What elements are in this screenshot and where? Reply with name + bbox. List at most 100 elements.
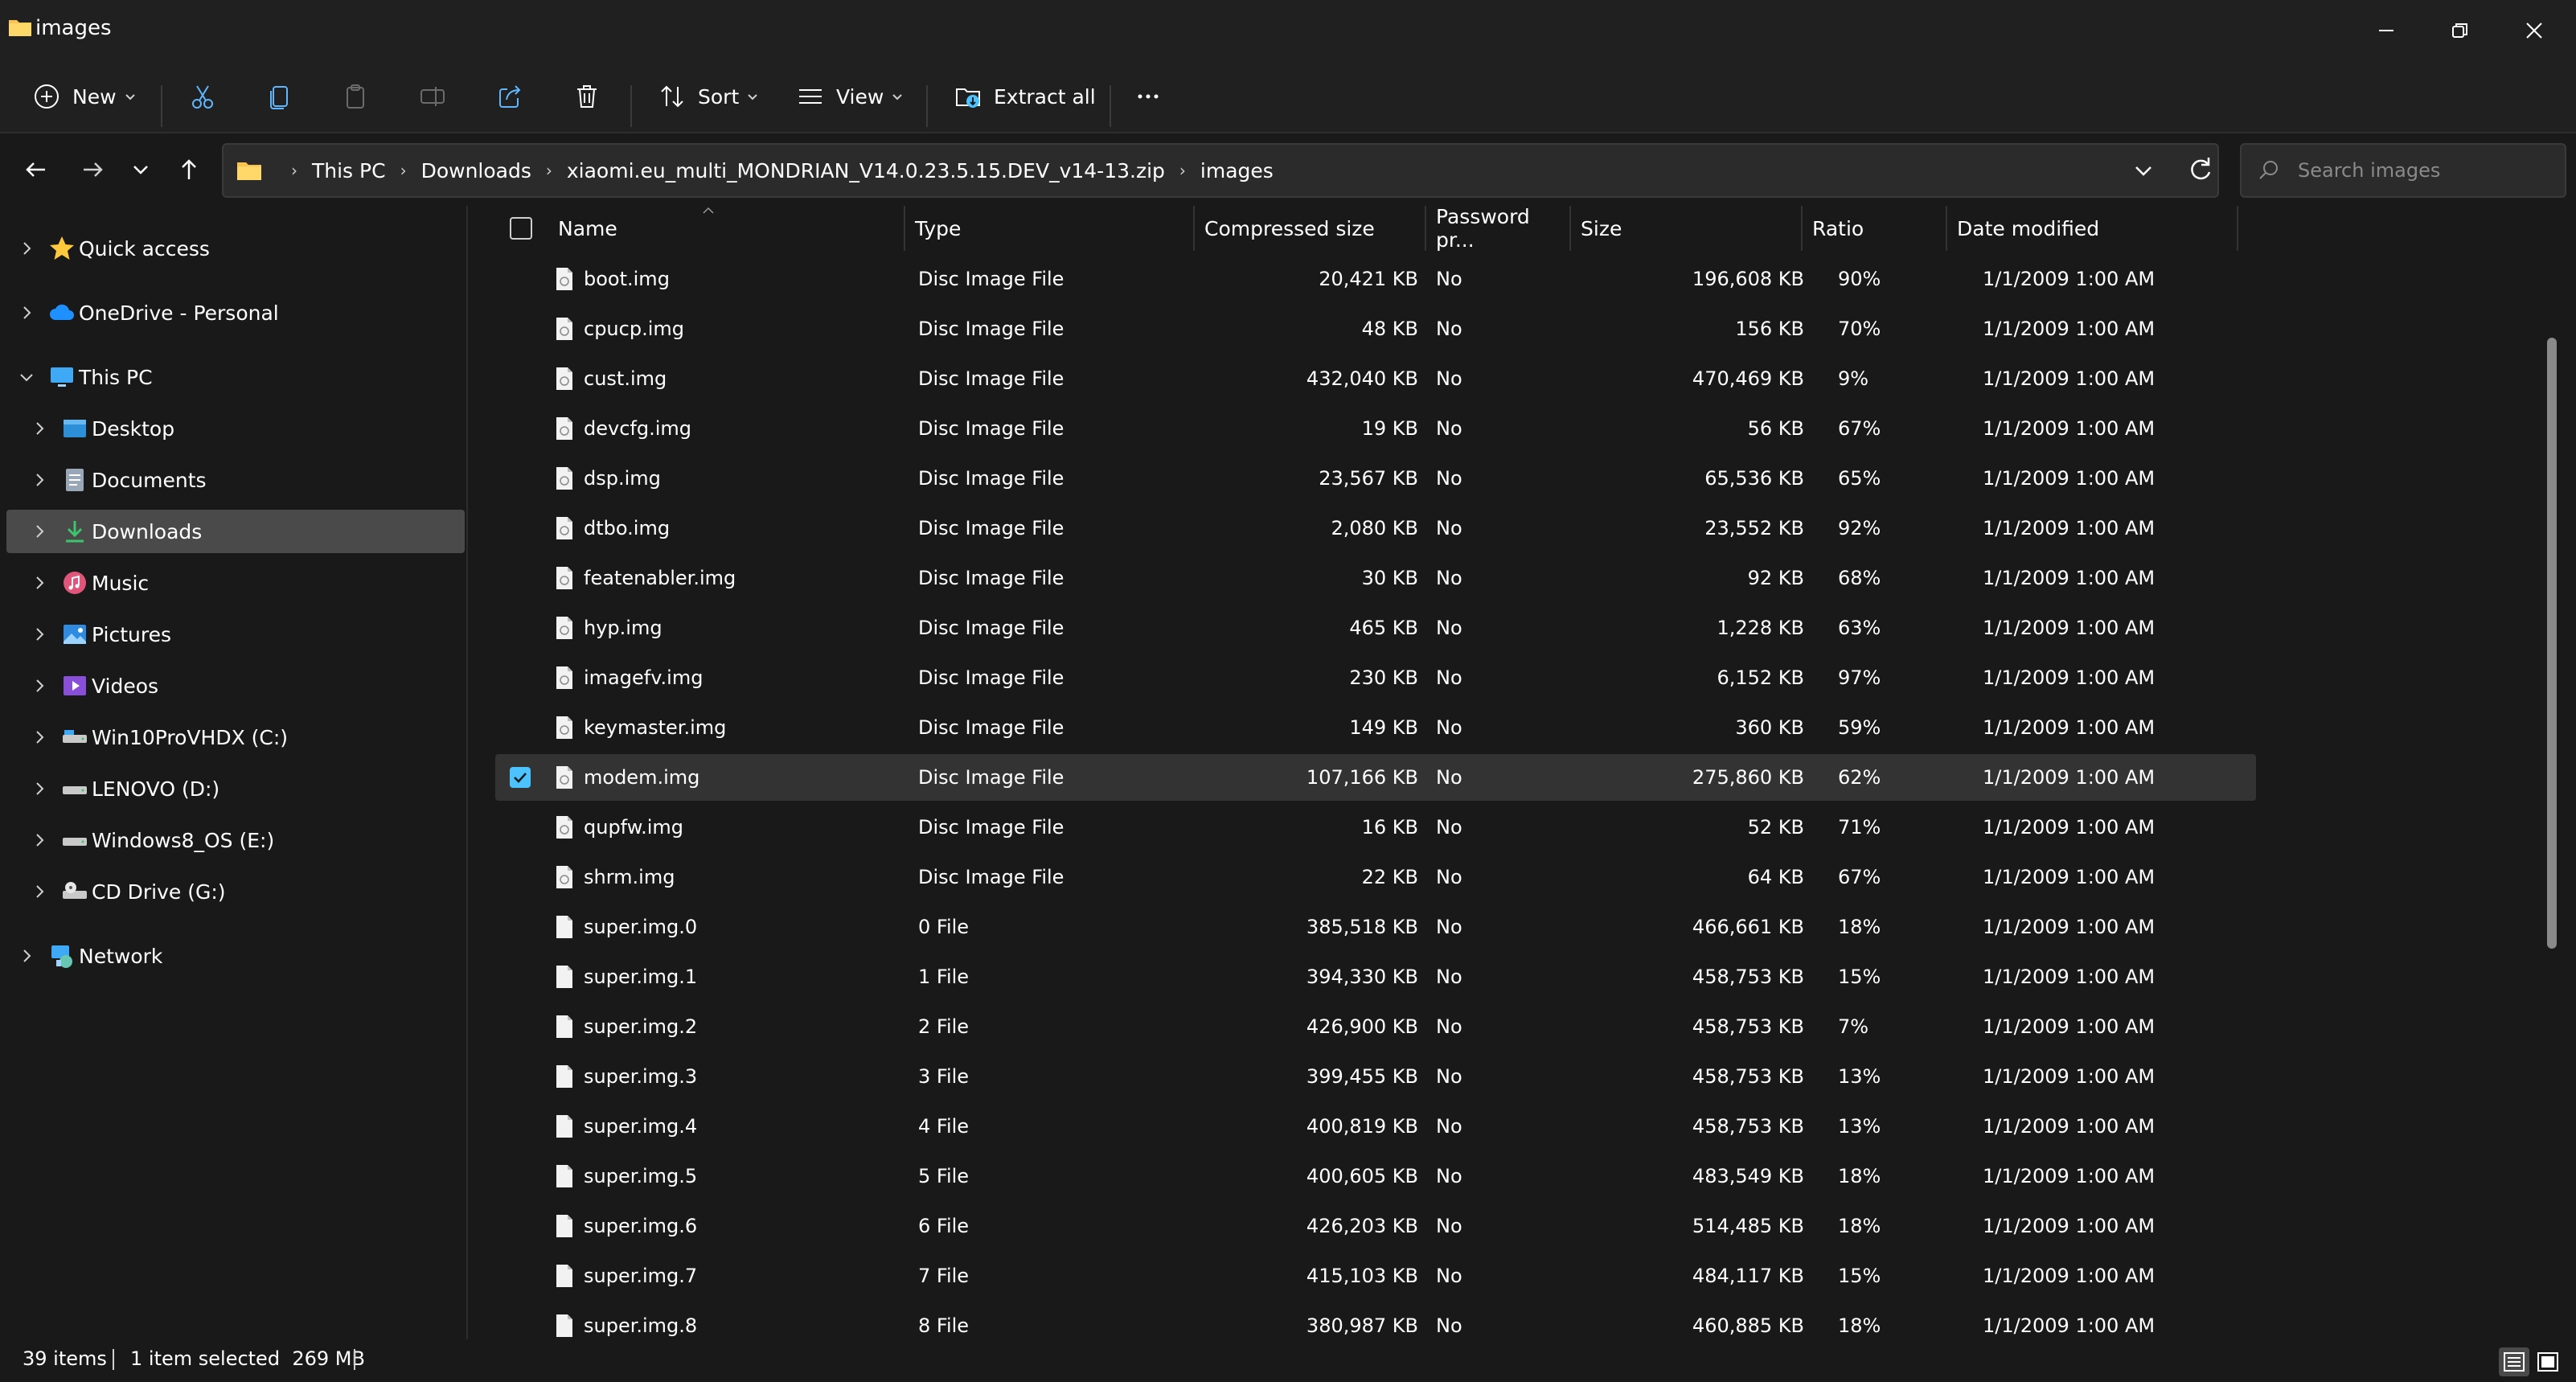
table-row[interactable]: super.img.2 2 File 426,900 KB No 458,753 KB 7… xyxy=(495,1003,2256,1050)
back-button[interactable] xyxy=(18,151,55,188)
nav-item-quick-access[interactable]: Quick access xyxy=(6,227,465,270)
nav-item-drive-d[interactable]: LENOVO (D:) xyxy=(6,767,465,810)
table-row[interactable]: imagefv.img Disc Image File 230 KB No 6,152 … xyxy=(495,654,2256,701)
nav-item-videos[interactable]: Videos xyxy=(6,664,465,707)
vertical-scrollbar[interactable] xyxy=(2547,338,2557,949)
search-box[interactable] xyxy=(2240,143,2566,198)
tiles-view-button[interactable] xyxy=(2533,1347,2563,1376)
share-button[interactable] xyxy=(495,72,524,121)
file-date-modified: 1/1/2009 1:00 AM xyxy=(1983,517,2156,539)
chevron-right-icon[interactable] xyxy=(18,947,35,965)
address-dropdown-icon[interactable] xyxy=(2131,158,2156,183)
table-row[interactable]: super.img.4 4 File 400,819 KB No 458,753 KB 1… xyxy=(495,1103,2256,1150)
forward-button[interactable] xyxy=(74,151,111,188)
column-header-date-modified[interactable]: Date modified xyxy=(1947,206,2238,251)
address-bar[interactable]: › This PC › Downloads › xiaomi.eu_multi_… xyxy=(222,143,2219,198)
chevron-right-icon[interactable] xyxy=(31,574,48,592)
nav-item-drive-c[interactable]: Win10ProVHDX (C:) xyxy=(6,716,465,759)
breadcrumb-images[interactable]: images xyxy=(1200,159,1274,182)
delete-button[interactable] xyxy=(572,72,601,121)
chevron-right-icon[interactable] xyxy=(31,728,48,746)
file-name: cpucp.img xyxy=(584,318,684,340)
nav-item-onedrive[interactable]: OneDrive - Personal xyxy=(6,291,465,334)
table-row[interactable]: keymaster.img Disc Image File 149 KB No 360 … xyxy=(495,704,2256,751)
chevron-right-icon[interactable] xyxy=(31,625,48,643)
table-row[interactable]: super.img.7 7 File 415,103 KB No 484,117 KB 1… xyxy=(495,1253,2256,1299)
table-row[interactable]: dsp.img Disc Image File 23,567 KB No 65,536 … xyxy=(495,455,2256,502)
restore-button[interactable] xyxy=(2430,8,2491,53)
chevron-right-icon[interactable] xyxy=(31,831,48,849)
close-button[interactable] xyxy=(2504,8,2565,53)
copy-button[interactable] xyxy=(265,72,294,121)
file-name: super.img.5 xyxy=(584,1165,698,1187)
chevron-right-icon[interactable] xyxy=(31,420,48,437)
select-all-checkbox[interactable] xyxy=(510,217,532,240)
recent-locations-button[interactable] xyxy=(122,151,159,188)
column-header-compressed-size[interactable]: Compressed size xyxy=(1195,206,1426,251)
cut-button[interactable] xyxy=(188,72,217,121)
nav-item-network[interactable]: Network xyxy=(6,934,465,978)
column-header-ratio[interactable]: Ratio xyxy=(1803,206,1947,251)
table-row[interactable]: cpucp.img Disc Image File 48 KB No 156 KB 70%… xyxy=(495,306,2256,352)
chevron-right-icon[interactable] xyxy=(31,523,48,540)
column-header-type[interactable]: Type xyxy=(905,206,1195,251)
table-row[interactable]: dtbo.img Disc Image File 2,080 KB No 23,552 … xyxy=(495,505,2256,552)
nav-item-pictures[interactable]: Pictures xyxy=(6,613,465,656)
details-view-button[interactable] xyxy=(2499,1347,2529,1376)
nav-item-music[interactable]: Music xyxy=(6,561,465,605)
column-header-size[interactable]: Size xyxy=(1571,206,1803,251)
chevron-right-icon[interactable] xyxy=(31,471,48,489)
chevron-right-icon[interactable] xyxy=(18,240,35,257)
rename-button[interactable] xyxy=(418,72,447,121)
breadcrumb-downloads[interactable]: Downloads xyxy=(421,159,531,182)
search-input[interactable] xyxy=(2298,159,2555,182)
file-compressed-size: 432,040 KB xyxy=(1306,367,1418,390)
file-name: imagefv.img xyxy=(584,666,703,689)
table-row[interactable]: boot.img Disc Image File 20,421 KB No 196,60… xyxy=(495,256,2256,302)
nav-item-desktop[interactable]: Desktop xyxy=(6,407,465,450)
file-type: 5 File xyxy=(918,1165,970,1187)
file-password-protected: No xyxy=(1436,1215,1462,1237)
breadcrumb-this-pc[interactable]: This PC xyxy=(312,159,386,182)
column-header-password[interactable]: Password pr... xyxy=(1426,205,1571,252)
arrow-up-icon xyxy=(182,159,196,179)
nav-item-this-pc[interactable]: This PC xyxy=(6,355,465,399)
table-row[interactable]: super.img.3 3 File 399,455 KB No 458,753 KB 1… xyxy=(495,1053,2256,1100)
table-row[interactable]: cust.img Disc Image File 432,040 KB No 470,4… xyxy=(495,355,2256,402)
view-button[interactable]: View xyxy=(796,72,903,121)
row-checkbox[interactable] xyxy=(510,767,531,788)
refresh-icon[interactable] xyxy=(2184,153,2216,185)
breadcrumb-zip[interactable]: xiaomi.eu_multi_MONDRIAN_V14.0.23.5.15.D… xyxy=(567,159,1165,182)
table-row[interactable]: super.img.5 5 File 400,605 KB No 483,549 KB 1… xyxy=(495,1153,2256,1200)
column-header-name[interactable]: Name xyxy=(548,206,905,251)
paste-button[interactable] xyxy=(341,72,370,121)
nav-item-documents[interactable]: Documents xyxy=(6,458,465,502)
file-password-protected: No xyxy=(1436,467,1462,490)
sort-button[interactable]: Sort xyxy=(658,72,758,121)
chevron-right-icon[interactable] xyxy=(31,883,48,900)
file-password-protected: No xyxy=(1436,517,1462,539)
minimize-button[interactable] xyxy=(2356,8,2417,53)
table-row[interactable]: devcfg.img Disc Image File 19 KB No 56 KB 67%… xyxy=(495,405,2256,452)
table-row[interactable]: super.img.1 1 File 394,330 KB No 458,753 KB 1… xyxy=(495,953,2256,1000)
table-row[interactable]: super.img.0 0 File 385,518 KB No 466,661 KB 1… xyxy=(495,904,2256,950)
table-row[interactable]: hyp.img Disc Image File 465 KB No 1,228 KB 63… xyxy=(495,605,2256,651)
file-type: Disc Image File xyxy=(918,617,1064,639)
table-row[interactable]: shrm.img Disc Image File 22 KB No 64 KB 67% 1/… xyxy=(495,854,2256,900)
chevron-right-icon[interactable] xyxy=(31,677,48,695)
table-row[interactable]: super.img.6 6 File 426,203 KB No 514,485 KB 1… xyxy=(495,1203,2256,1249)
chevron-right-icon[interactable] xyxy=(31,780,48,798)
file-ratio: 68% xyxy=(1838,567,1881,589)
more-options-button[interactable] xyxy=(1134,72,1163,121)
table-row[interactable]: modem.img Disc Image File 107,166 KB No 275,… xyxy=(495,754,2256,801)
nav-item-drive-g[interactable]: CD Drive (G:) xyxy=(6,870,465,913)
up-button[interactable] xyxy=(170,151,207,188)
nav-item-drive-e[interactable]: Windows8_OS (E:) xyxy=(6,818,465,862)
table-row[interactable]: qupfw.img Disc Image File 16 KB No 52 KB 71% 1… xyxy=(495,804,2256,851)
chevron-right-icon[interactable] xyxy=(18,304,35,322)
table-row[interactable]: featenabler.img Disc Image File 30 KB No 92 … xyxy=(495,555,2256,601)
new-button[interactable]: New xyxy=(32,72,136,121)
nav-item-downloads[interactable]: Downloads xyxy=(6,510,465,553)
chevron-down-icon[interactable] xyxy=(18,368,35,386)
extract-all-button[interactable]: Extract all xyxy=(954,72,1096,121)
